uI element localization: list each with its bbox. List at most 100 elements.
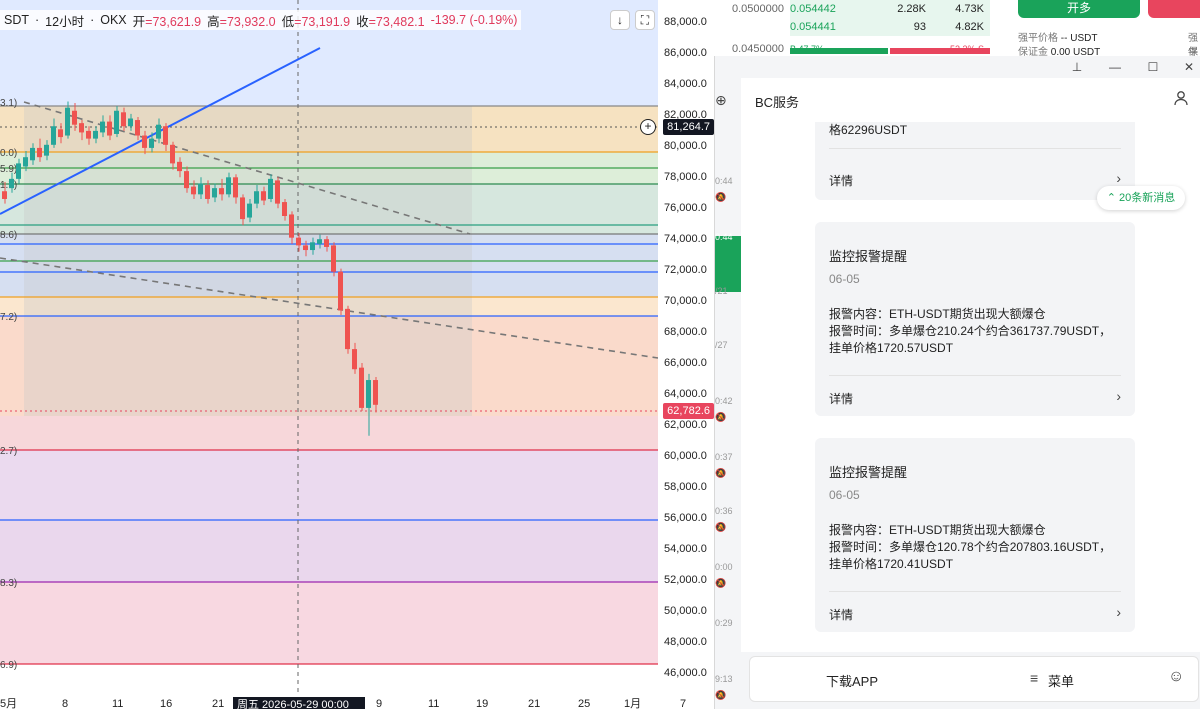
card-text: 报警内容：ETH-USDT期货出现大额爆仓 bbox=[829, 523, 1046, 537]
chevron-right-icon[interactable]: › bbox=[1116, 388, 1121, 404]
y-axis-panel bbox=[658, 0, 714, 709]
candle-body bbox=[65, 107, 70, 136]
fib-level-label: 7.2) bbox=[0, 312, 17, 323]
x-axis-tick-label: 1月 bbox=[624, 698, 641, 709]
candle-body bbox=[9, 178, 14, 189]
card-divider bbox=[829, 591, 1121, 592]
open-short-button[interactable] bbox=[1148, 0, 1200, 18]
x-axis-tick-label: 19 bbox=[476, 698, 488, 709]
open-long-button[interactable]: 开多 bbox=[1018, 0, 1140, 18]
chat-header: BC服务 bbox=[741, 78, 1200, 123]
margin-label: 保证金 bbox=[1018, 47, 1048, 56]
alert-card: 监控报警提醒 06-05 报警内容：ETH-USDT期货出现大额爆仓 报警时间：… bbox=[815, 438, 1135, 632]
card-text: 挂单价格1720.57USDT bbox=[829, 341, 954, 355]
add-alert-icon[interactable]: + bbox=[640, 119, 656, 135]
buy-ratio: B 47.7% bbox=[790, 44, 825, 54]
download-icon[interactable]: ↓ bbox=[610, 10, 630, 30]
liquidation-price: 强平价格 -- USDT bbox=[1018, 29, 1097, 44]
margin-value: 0.00 USDT bbox=[1050, 47, 1101, 56]
user-icon[interactable] bbox=[1173, 90, 1191, 108]
menu-button[interactable]: 菜单 bbox=[1048, 671, 1074, 690]
candle-body bbox=[79, 123, 84, 133]
customer-service-icon[interactable]: ☺ bbox=[1168, 668, 1184, 686]
legend-separator: · bbox=[90, 13, 95, 27]
card-text: 格62296USDT bbox=[829, 123, 908, 137]
rail-time: 0:42 bbox=[715, 396, 733, 406]
orderbook-price: 0.054441 bbox=[790, 21, 836, 33]
chevron-right-icon[interactable]: › bbox=[1116, 170, 1121, 186]
card-text: 报警内容：ETH-USDT期货出现大额爆仓 bbox=[829, 307, 1046, 321]
mute-icon: 🔕 bbox=[715, 578, 727, 588]
rail-time: 0:29 bbox=[715, 618, 733, 628]
low-label: 低 bbox=[281, 14, 295, 29]
orderbook-row[interactable]: 0.054441 93 4.82K bbox=[790, 18, 990, 36]
pin-icon[interactable]: ⊥ bbox=[1065, 58, 1089, 76]
candle-body bbox=[58, 129, 63, 138]
bottom-action-bar: 下载APP ≡ 菜单 ☺ bbox=[749, 656, 1199, 702]
candle-body bbox=[191, 186, 196, 195]
candle-body bbox=[121, 112, 126, 127]
candle-body bbox=[366, 380, 371, 408]
candle-body bbox=[149, 138, 154, 148]
candle-body bbox=[261, 191, 266, 201]
candle-body bbox=[128, 118, 133, 127]
candle-body bbox=[331, 245, 336, 272]
orderbook-price-level: 0.0500000 bbox=[732, 3, 784, 15]
rail-time: 0:00 bbox=[715, 562, 733, 572]
y-axis-tick-label: 46,000.0 bbox=[664, 667, 707, 679]
y-axis-tick-label: 66,000.0 bbox=[664, 357, 707, 369]
candle-body bbox=[44, 144, 49, 156]
download-app-button[interactable]: 下载APP bbox=[826, 671, 878, 690]
orderbook-row[interactable]: 0.054442 2.28K 4.73K bbox=[790, 0, 990, 18]
maximize-icon[interactable]: ☐ bbox=[1141, 58, 1165, 76]
card-detail-link[interactable]: 详情 bbox=[829, 390, 853, 407]
price-chart[interactable]: 3.1) 0.0) 5.9) 1.7) 8.6) 7.2) 2.7) 8.3) 6.9) 88,0… bbox=[0, 0, 714, 709]
fullscreen-icon[interactable]: ⛶ bbox=[635, 10, 655, 30]
candle-body bbox=[359, 367, 364, 408]
y-axis-tick-label: 80,000.0 bbox=[664, 140, 707, 152]
chevron-right-icon[interactable]: › bbox=[1116, 604, 1121, 620]
conversation-rail: ⊕ 0:44 🔕 0:44 /21 /27 0:42 🔕 0:37 🔕 0:36… bbox=[715, 78, 741, 709]
legend-separator: · bbox=[35, 13, 40, 27]
x-axis-tick-label: 16 bbox=[160, 698, 172, 709]
crosshair-date-label: 周五 2026-05-29 00:00 bbox=[237, 698, 349, 709]
candle-body bbox=[142, 135, 147, 148]
new-messages-badge[interactable]: ⌃ 20条新消息 bbox=[1097, 186, 1185, 210]
y-axis-tick-label: 52,000.0 bbox=[664, 574, 707, 586]
bc-service-window: ⊥ — ☐ ✕ ⊕ 0:44 🔕 0:44 /21 /27 0:42 🔕 0:3… bbox=[714, 56, 1200, 709]
candle-body bbox=[177, 161, 182, 172]
y-axis-tick-label: 54,000.0 bbox=[664, 543, 707, 555]
close-icon[interactable]: ✕ bbox=[1177, 58, 1200, 76]
fib-level-label: 5.9) bbox=[0, 164, 17, 175]
mute-icon: 🔕 bbox=[715, 412, 727, 422]
card-divider bbox=[829, 375, 1121, 376]
candle-body bbox=[254, 191, 259, 204]
alert-card: 格62296USDT 详情 › bbox=[815, 122, 1135, 200]
fib-zone bbox=[0, 582, 658, 664]
fib-zone bbox=[0, 520, 658, 582]
card-date: 06-05 bbox=[829, 272, 860, 286]
minimize-icon[interactable]: — bbox=[1103, 58, 1127, 76]
ohlc-legend: SDT · 12小时 · OKX 开=73,621.9 高=73,932.0 低… bbox=[0, 10, 522, 30]
y-axis-tick-label: 58,000.0 bbox=[664, 481, 707, 493]
card-text: 报警时间：多单爆仓120.78个约合207803.16USDT， bbox=[829, 540, 1112, 554]
candle-body bbox=[289, 214, 294, 238]
rail-time: 0:44 bbox=[715, 232, 733, 242]
fib-zone bbox=[0, 450, 658, 520]
x-axis-tick-label: 8 bbox=[62, 698, 68, 709]
chart-canvas[interactable]: 3.1) 0.0) 5.9) 1.7) 8.6) 7.2) 2.7) 8.3) 6.9) 88,0… bbox=[0, 0, 714, 709]
new-messages-label: 20条新消息 bbox=[1119, 192, 1176, 204]
fib-level-label: 2.7) bbox=[0, 446, 17, 457]
candle-body bbox=[37, 147, 42, 158]
add-icon[interactable]: ⊕ bbox=[715, 92, 741, 109]
fib-zone bbox=[0, 416, 658, 450]
y-axis-tick-label: 60,000.0 bbox=[664, 450, 707, 462]
card-detail-link[interactable]: 详情 bbox=[829, 172, 853, 189]
menu-icon[interactable]: ≡ bbox=[1030, 670, 1038, 686]
card-detail-link[interactable]: 详情 bbox=[829, 606, 853, 623]
active-conversation[interactable] bbox=[715, 236, 741, 292]
candle-body bbox=[268, 178, 273, 199]
y-axis-tick-label: 70,000.0 bbox=[664, 295, 707, 307]
window-titlebar: ⊥ — ☐ ✕ bbox=[715, 56, 1200, 78]
symbol-label: SDT bbox=[4, 13, 29, 27]
